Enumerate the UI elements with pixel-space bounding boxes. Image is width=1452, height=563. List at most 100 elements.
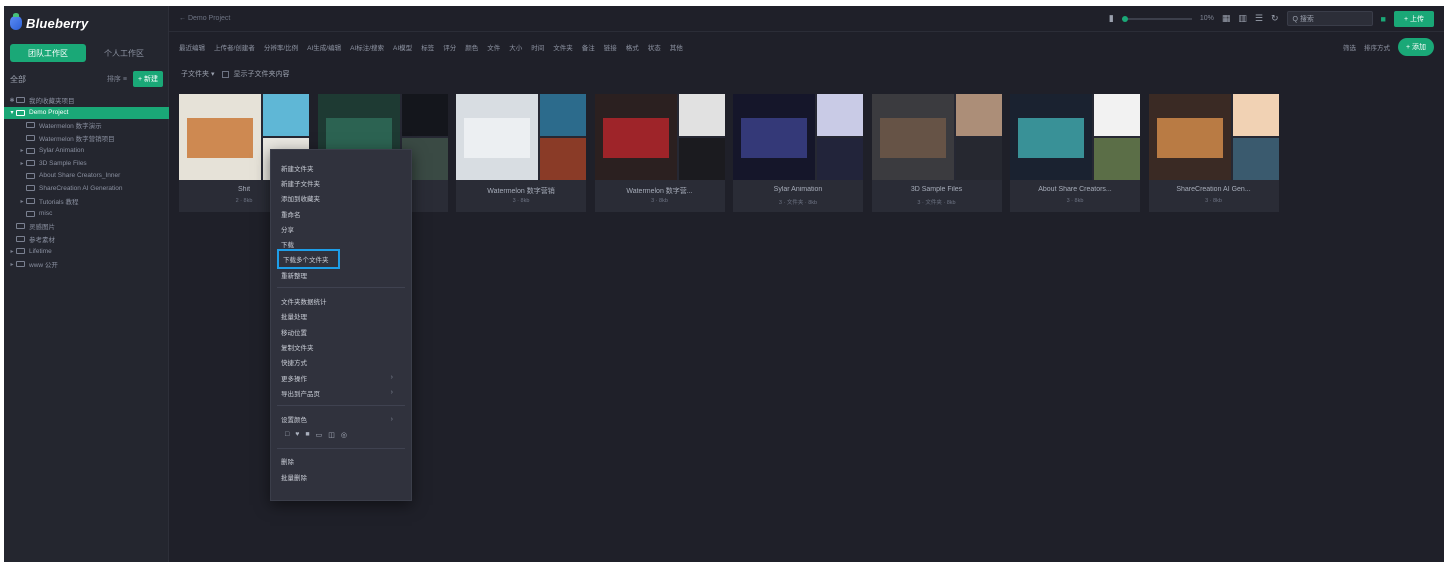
filter-chip[interactable]: AI生成/编辑 xyxy=(307,42,341,52)
filter-chip[interactable]: AI标注/搜索 xyxy=(350,42,384,52)
sort-order[interactable]: 排序方式 xyxy=(1364,42,1390,52)
filter-chip[interactable]: 链接 xyxy=(604,42,617,52)
folder-card[interactable]: Watermelon 数字营... 3 · 8kb xyxy=(594,94,725,212)
context-menu-item[interactable]: 设置颜色 › xyxy=(271,411,411,426)
zoom-value: 10% xyxy=(1199,15,1214,22)
context-menu-item[interactable]: 重命名 xyxy=(271,206,411,221)
grid-view-icon[interactable]: ▦ xyxy=(1222,13,1231,24)
filter-chip[interactable]: 标签 xyxy=(421,42,434,52)
color-tag-icon[interactable]: ◎ xyxy=(341,431,347,439)
context-menu-item-label: 重新整理 xyxy=(281,272,307,280)
show-subfolders-toggle[interactable]: 显示子文件夹内容 xyxy=(222,69,289,79)
tab-team-workspace[interactable]: 团队工作区 xyxy=(10,44,86,62)
zoom-slider[interactable] xyxy=(1121,15,1192,22)
tree-item[interactable]: About Share Creators_Inner xyxy=(4,170,169,183)
chevron-icon[interactable]: ✱ xyxy=(8,97,16,104)
tab-personal-workspace[interactable]: 个人工作区 xyxy=(86,44,162,62)
chevron-icon[interactable]: ▾ xyxy=(8,109,16,116)
chevron-icon[interactable]: ▸ xyxy=(18,198,26,205)
filter-chip[interactable]: 上传者/创建者 xyxy=(214,42,255,52)
filter-chip[interactable]: 分辨率/比例 xyxy=(264,42,298,52)
upload-button[interactable]: + 上传 xyxy=(1393,10,1434,27)
sidebar-header: 全部 排序 ≡ + 新建 xyxy=(4,70,169,88)
tree-item[interactable]: 参考素材 xyxy=(4,233,169,246)
color-tag-icon[interactable]: ■ xyxy=(305,431,309,438)
tree-item[interactable]: ▸ Sylar Animation xyxy=(4,144,169,157)
tree-item[interactable]: Watermelon 数字演示 xyxy=(4,119,169,132)
filter-chip[interactable]: 大小 xyxy=(509,42,522,52)
context-menu-item[interactable]: 新建文件夹 xyxy=(271,160,411,175)
breadcrumb[interactable]: ← Demo Project xyxy=(179,15,230,22)
search-input[interactable]: Q 搜索 xyxy=(1286,11,1373,26)
subfolder-sort[interactable]: 子文件夹 ▾ xyxy=(181,69,214,79)
filter-chip[interactable]: 最近编辑 xyxy=(179,42,205,52)
folder-icon xyxy=(26,160,35,167)
context-menu-item[interactable]: 分享 xyxy=(271,221,411,236)
chevron-icon[interactable]: ▸ xyxy=(18,160,26,167)
column-view-icon[interactable]: ▥ xyxy=(1238,13,1247,24)
file-icon[interactable]: ▮ xyxy=(1109,13,1114,24)
tree-item[interactable]: ▸ Lifetime xyxy=(4,245,169,258)
folder-card[interactable]: ShareCreation AI Gen... 3 · 8kb xyxy=(1148,94,1279,212)
tree-item[interactable]: Watermelon 数字营销项目 xyxy=(4,132,169,145)
color-tag-icon[interactable]: ▭ xyxy=(316,431,323,439)
context-menu-item[interactable]: 添加到收藏夹 xyxy=(271,191,411,206)
filter-chip[interactable]: 备注 xyxy=(582,42,595,52)
tree-item[interactable]: ShareCreation AI Generation xyxy=(4,182,169,195)
context-menu-item[interactable]: 下载多个文件夹 xyxy=(271,249,411,270)
tree-item[interactable]: ▸ www 公开 xyxy=(4,258,169,271)
context-menu-item[interactable]: 重新整理 xyxy=(271,267,411,282)
add-button[interactable]: + 添加 xyxy=(1397,38,1434,56)
tree-item[interactable]: 灵感图片 xyxy=(4,220,169,233)
context-menu-item[interactable]: 批量删除 xyxy=(271,469,411,484)
folder-card[interactable]: Watermelon 数字营销 3 · 8kb xyxy=(456,94,586,212)
refresh-icon[interactable]: ↻ xyxy=(1271,13,1279,24)
color-tag-icon[interactable]: ♥ xyxy=(295,431,299,438)
filter-chip[interactable]: 时间 xyxy=(531,42,544,52)
filter-chip[interactable]: 其他 xyxy=(670,42,683,52)
context-menu-item-label: 导出到产品页 xyxy=(281,390,320,398)
menu-divider xyxy=(277,287,405,289)
context-menu-item-label: 新建子文件夹 xyxy=(281,180,320,188)
tree-item-label: Sylar Animation xyxy=(39,147,85,155)
tree-item[interactable]: misc xyxy=(4,207,169,220)
context-menu-item[interactable]: 更多操作 › xyxy=(271,370,411,385)
tree-item[interactable]: ✱ 我的收藏夹项目 xyxy=(4,94,169,107)
filter-chip[interactable]: AI模型 xyxy=(393,42,412,52)
filter-bar: 最近编辑 上传者/创建者 分辨率/比例 AI生成/编辑 AI标注/搜索 AI模型 标签 评分颜… xyxy=(169,36,1444,58)
filter-chip[interactable]: 状态 xyxy=(648,42,661,52)
context-menu-item[interactable]: 导出到产品页 › xyxy=(271,385,411,400)
filter-chip[interactable]: 文件夹 xyxy=(553,42,573,52)
context-menu-item[interactable]: 批量处理 xyxy=(271,309,411,324)
context-menu-item[interactable]: 快捷方式 xyxy=(271,355,411,370)
app-logo[interactable]: Blueberry xyxy=(10,12,89,34)
context-menu-item[interactable]: 删除 xyxy=(271,454,411,469)
sort-button[interactable]: 排序 ≡ xyxy=(107,74,127,84)
checkbox-icon[interactable] xyxy=(222,70,230,78)
chevron-icon[interactable]: ▸ xyxy=(18,147,26,154)
new-folder-button[interactable]: + 新建 xyxy=(132,71,163,87)
chevron-icon[interactable]: ▸ xyxy=(8,248,16,255)
context-menu-item[interactable]: 新建子文件夹 xyxy=(271,175,411,190)
context-menu-item[interactable]: 移动位置 xyxy=(271,324,411,339)
filter-chip[interactable]: 评分 xyxy=(443,42,456,52)
filter-toggle[interactable]: 筛选 xyxy=(1343,42,1356,52)
folder-card[interactable]: 3D Sample Files 3 · 文件夹 · 8kb xyxy=(871,94,1002,212)
tree-item[interactable]: ▾ Demo Project xyxy=(4,106,169,120)
color-tag-icon[interactable]: ◫ xyxy=(328,431,335,439)
chevron-icon[interactable]: ▸ xyxy=(8,261,16,268)
lock-icon[interactable]: ■ xyxy=(1381,14,1386,24)
folder-card[interactable]: Sylar Animation 3 · 文件夹 · 8kb xyxy=(733,94,863,212)
color-tag-row: □ ♥ ■ ▭ ◫ ◎ xyxy=(271,427,411,443)
context-menu-item[interactable]: 文件夹数据统计 xyxy=(271,293,411,308)
filter-chip[interactable]: 文件 xyxy=(487,42,500,52)
filter-chip[interactable]: 格式 xyxy=(626,42,639,52)
tree-item[interactable]: ▸ 3D Sample Files xyxy=(4,157,169,170)
filter-chip[interactable]: 颜色 xyxy=(465,42,478,52)
color-tag-icon[interactable]: □ xyxy=(285,431,289,438)
folder-card[interactable]: About Share Creators... 3 · 8kb xyxy=(1010,94,1140,212)
tree-item[interactable]: ▸ Tutorials 教程 xyxy=(4,195,169,208)
list-view-icon[interactable]: ☰ xyxy=(1255,13,1263,24)
context-menu-item-label: 添加到收藏夹 xyxy=(281,196,320,204)
context-menu-item[interactable]: 复制文件夹 xyxy=(271,339,411,354)
